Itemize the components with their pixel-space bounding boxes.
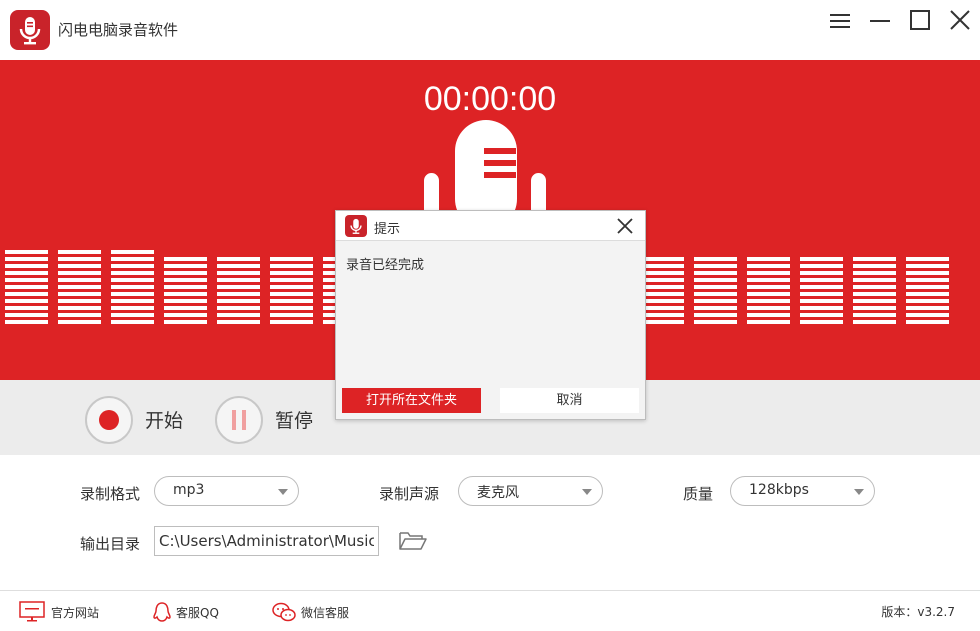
dialog-message: 录音已经完成 xyxy=(346,258,425,273)
equalizer-column xyxy=(58,250,101,327)
app-title: 闪电电脑录音软件 xyxy=(58,21,179,39)
format-label: 录制格式 xyxy=(80,485,141,503)
equalizer-column xyxy=(694,257,737,327)
official-website-link[interactable]: 官方网站 xyxy=(19,601,109,623)
chevron-down-icon xyxy=(582,489,592,495)
format-value: mp3 xyxy=(173,482,205,498)
monitor-icon xyxy=(19,601,45,622)
version-label: 版本：v3.2.7 xyxy=(881,605,955,619)
dialog-header: 提示 xyxy=(336,211,645,241)
settings-panel: 录制格式 mp3 录制声源 麦克风 质量 128kbps 输出目录 xyxy=(0,455,980,590)
menu-button[interactable] xyxy=(827,8,853,34)
open-folder-button[interactable]: 打开所在文件夹 xyxy=(342,388,481,413)
equalizer-column xyxy=(217,257,260,327)
source-value: 麦克风 xyxy=(477,485,519,501)
equalizer-column xyxy=(111,250,154,327)
chevron-down-icon xyxy=(854,489,864,495)
quality-label: 质量 xyxy=(683,485,714,503)
app-logo xyxy=(10,10,50,50)
footer: 官方网站 客服QQ 微信客服 版本：v3.2.7 xyxy=(0,590,980,631)
wechat-support-label: 微信客服 xyxy=(301,606,350,620)
start-record-button[interactable] xyxy=(85,396,133,444)
title-bar: 闪电电脑录音软件 xyxy=(0,0,980,60)
official-website-label: 官方网站 xyxy=(51,606,100,620)
start-label: 开始 xyxy=(145,410,184,432)
close-icon xyxy=(950,10,970,30)
folder-open-icon xyxy=(399,532,427,550)
minimize-icon xyxy=(870,20,890,22)
equalizer-column xyxy=(641,257,684,327)
minimize-button[interactable] xyxy=(867,8,893,34)
pause-record-button[interactable] xyxy=(215,396,263,444)
cancel-button[interactable]: 取消 xyxy=(500,388,639,413)
record-icon xyxy=(99,410,119,430)
microphone-icon xyxy=(350,218,362,234)
wechat-icon xyxy=(272,602,296,622)
dialog-logo xyxy=(345,215,367,237)
dialog-title: 提示 xyxy=(374,222,401,237)
large-microphone-icon xyxy=(424,120,546,218)
equalizer-column xyxy=(853,257,896,327)
microphone-icon xyxy=(19,17,41,45)
qq-support-link[interactable]: 客服QQ xyxy=(151,601,231,623)
pause-icon xyxy=(232,410,246,430)
hamburger-menu-icon xyxy=(830,14,850,28)
recording-timer: 00:00:00 xyxy=(423,80,557,118)
source-label: 录制声源 xyxy=(379,485,440,503)
equalizer-column xyxy=(906,257,949,327)
pause-label: 暂停 xyxy=(275,410,314,432)
output-label: 输出目录 xyxy=(80,535,141,553)
close-icon xyxy=(617,218,633,234)
chevron-down-icon xyxy=(278,489,288,495)
dialog-close-button[interactable] xyxy=(615,216,635,236)
qq-support-label: 客服QQ xyxy=(176,606,219,620)
equalizer-column xyxy=(164,257,207,327)
browse-folder-button[interactable] xyxy=(398,529,428,553)
qq-icon xyxy=(153,602,171,622)
maximize-button[interactable] xyxy=(907,8,933,34)
close-window-button[interactable] xyxy=(947,8,973,34)
quality-value: 128kbps xyxy=(749,482,809,498)
wechat-support-link[interactable]: 微信客服 xyxy=(271,601,361,623)
equalizer-column xyxy=(747,257,790,327)
equalizer-column xyxy=(800,257,843,327)
maximize-icon xyxy=(910,10,930,30)
equalizer-column xyxy=(270,257,313,327)
format-select[interactable]: mp3 xyxy=(154,476,299,506)
equalizer-column xyxy=(5,250,48,327)
output-path-input[interactable] xyxy=(154,526,379,556)
notice-dialog: 提示 录音已经完成 打开所在文件夹 取消 xyxy=(335,210,646,420)
quality-select[interactable]: 128kbps xyxy=(730,476,875,506)
source-select[interactable]: 麦克风 xyxy=(458,476,603,506)
